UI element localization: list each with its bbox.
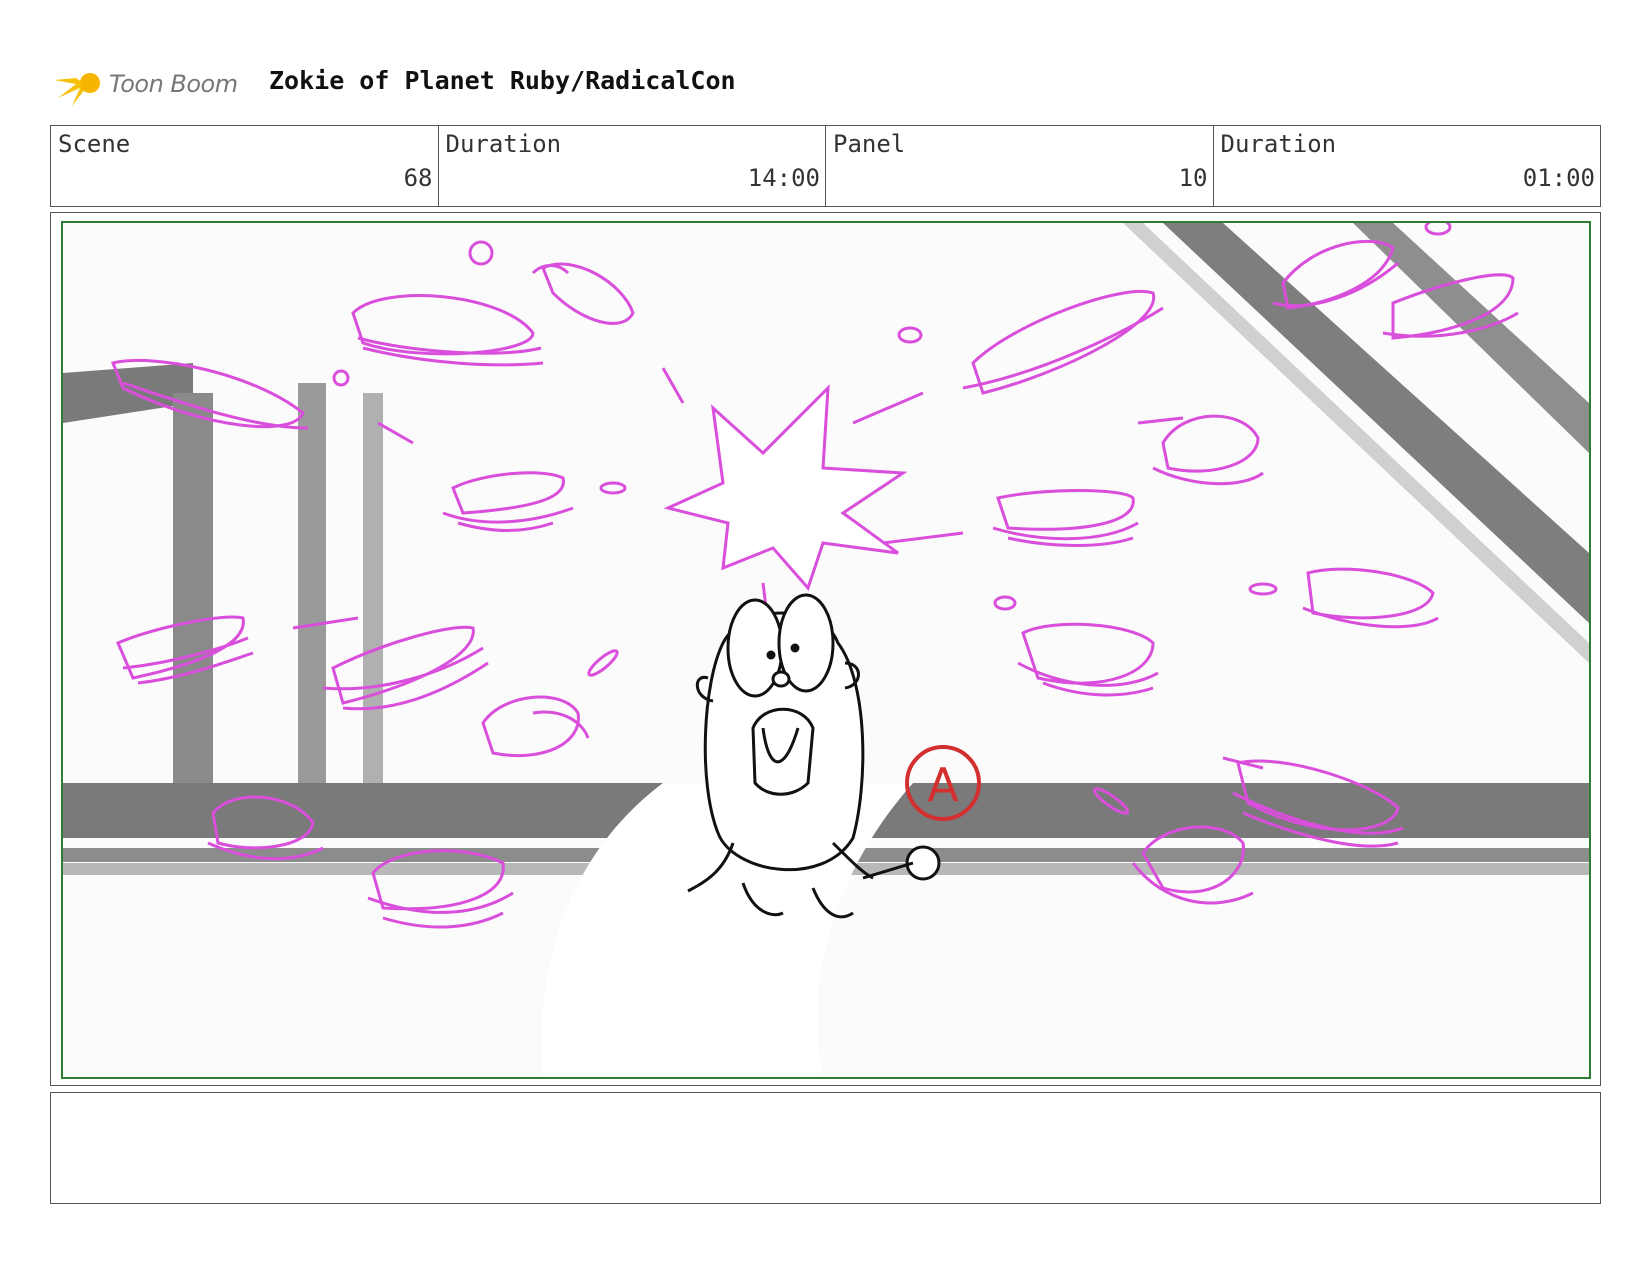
scene-duration-value: 14:00 — [747, 164, 820, 192]
scene-label: Scene — [58, 130, 131, 158]
panel-label: Panel — [833, 130, 906, 158]
panel-duration-value: 01:00 — [1522, 164, 1595, 192]
sandwich — [531, 262, 635, 325]
sandwich — [367, 849, 514, 929]
sandwich — [442, 471, 574, 532]
sandwich — [1302, 567, 1439, 629]
panel-duration-label: Duration — [1220, 130, 1337, 158]
sandwich — [1017, 622, 1159, 697]
panel-cell: Panel 10 — [826, 126, 1214, 206]
logo-text: Toon Boom — [109, 70, 238, 98]
sandwich — [1152, 414, 1264, 486]
explosion-burst — [663, 384, 908, 624]
toon-boom-logo: Toon Boom — [54, 58, 254, 108]
sandwich — [992, 489, 1139, 547]
storyboard-drawing: A — [63, 223, 1589, 1077]
scene-info-table: Scene 68 Duration 14:00 Panel 10 Duratio… — [50, 125, 1601, 207]
storyboard-header: Toon Boom Zokie of Planet Ruby/RadicalCo… — [54, 58, 954, 108]
notes-area[interactable] — [50, 1092, 1601, 1204]
sandwich — [962, 290, 1164, 395]
sandwich — [322, 625, 489, 711]
panel-frame: A — [50, 212, 1601, 1086]
panel-value: 10 — [1178, 164, 1208, 192]
annotation-letter: A — [927, 758, 959, 812]
scene-value: 68 — [403, 164, 433, 192]
scene-cell: Scene 68 — [51, 126, 439, 206]
scene-duration-label: Duration — [445, 130, 562, 158]
sandwich — [351, 294, 544, 367]
panel-duration-cell: Duration 01:00 — [1214, 126, 1601, 206]
scene-duration-cell: Duration 14:00 — [439, 126, 826, 206]
sandwich — [481, 695, 590, 758]
starburst-logo-icon — [54, 66, 100, 106]
project-title: Zokie of Planet Ruby/RadicalCon — [269, 66, 736, 95]
panel-image: A — [61, 221, 1591, 1079]
